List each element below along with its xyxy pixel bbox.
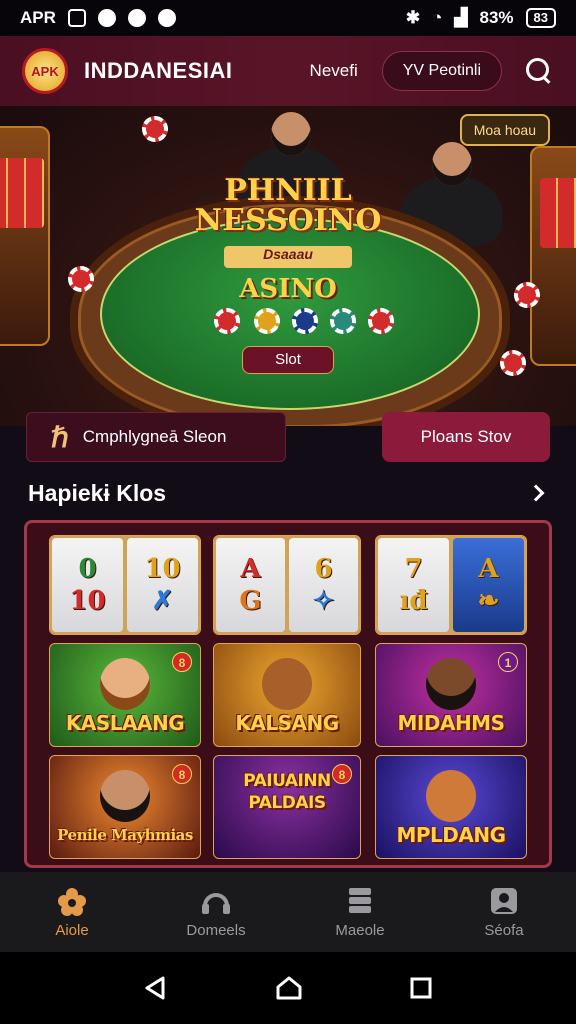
reel-symbol: 0 xyxy=(78,554,97,584)
back-icon[interactable] xyxy=(143,975,169,1001)
category-button[interactable]: ℏ Cmphlyɡneā Sleon xyxy=(26,412,286,462)
nav-item-profile[interactable]: Séofa xyxy=(432,872,576,952)
character-icon xyxy=(100,658,150,710)
chip-icon xyxy=(514,282,540,308)
search-icon[interactable] xyxy=(524,56,554,86)
badge-count: 8 xyxy=(332,764,352,784)
chip-icon xyxy=(214,308,240,334)
home-icon[interactable] xyxy=(275,975,303,1001)
hero-subtitle: Dsaaau xyxy=(224,246,352,268)
gallery-icon xyxy=(67,9,86,27)
app-title: INDDANESIAI xyxy=(84,58,233,83)
slot-machine-illustration xyxy=(0,126,50,346)
slot-reel-tile[interactable]: AG 6 ✧ xyxy=(213,535,361,635)
slot-reel-tile[interactable]: 0 10 10 ✗ xyxy=(49,535,201,635)
nav-item-support[interactable]: Domeels xyxy=(144,872,288,952)
hero-title: PHNIIL NESSOINO xyxy=(194,173,382,238)
headset-icon xyxy=(202,892,230,914)
app-logo[interactable]: APK xyxy=(22,48,68,94)
slots-icon: ℏ xyxy=(51,421,69,453)
status-bar: APR ✱ ◔ ▟ 83% 83 xyxy=(0,0,576,36)
app-header: APK INDDANESIAI Nevefi YV Peotinli xyxy=(0,36,576,106)
game-title: KASLAANG xyxy=(65,711,185,735)
nav-link-news[interactable]: Nevefi xyxy=(310,61,358,81)
hero-banner[interactable]: PHNIIL NESSOINO Dsaaau ASINO Slot Moa ho… xyxy=(0,106,576,426)
reel-symbol: A xyxy=(240,554,261,584)
slot-button[interactable]: Slot xyxy=(242,346,334,374)
chip-icon xyxy=(292,308,318,334)
reel-symbol: 10 xyxy=(144,554,181,584)
reel: 10 ✗ xyxy=(127,538,198,632)
reel-symbol: 6 xyxy=(314,554,333,584)
chevron-right-icon[interactable] xyxy=(527,484,545,502)
game-title: MIDAHMS xyxy=(397,711,505,735)
game-title: MPLDANG xyxy=(396,823,506,847)
badge-count: 1 xyxy=(498,652,518,672)
chip-icon xyxy=(330,308,356,334)
promo-badge[interactable]: Moa hoau xyxy=(459,114,550,146)
nav-item-label: Domeels xyxy=(186,921,246,939)
reel: AG xyxy=(216,538,285,632)
chip-icon xyxy=(68,266,94,292)
check-icon xyxy=(127,9,146,27)
badge-count: 8 xyxy=(172,652,192,672)
system-nav-bar xyxy=(0,952,576,1024)
user-card-icon xyxy=(491,887,517,914)
battery-percent: 83% xyxy=(479,8,514,27)
chip-icon xyxy=(368,308,394,334)
reel-symbol: 7 xyxy=(404,554,423,584)
game-tile[interactable]: 8 PAIUAINN PALDAIS xyxy=(213,755,361,859)
section-title: Hapiekɨ Klos xyxy=(28,480,167,506)
nav-item-data[interactable]: Maeole xyxy=(288,872,432,952)
reel-symbol: ıđ xyxy=(399,586,428,616)
nav-item-label: Séofa xyxy=(484,921,524,939)
nav-item-home[interactable]: Aiole xyxy=(0,872,144,952)
play-now-button[interactable]: Ploans Stov xyxy=(382,412,550,462)
recents-icon[interactable] xyxy=(409,976,433,1000)
reel-symbol: ✧ xyxy=(312,586,335,616)
nav-item-label: Maeole xyxy=(335,921,385,939)
chip-icon xyxy=(142,116,168,142)
reel-symbol: ✗ xyxy=(151,586,174,616)
nav-item-label: Aiole xyxy=(55,921,89,939)
game-tile[interactable]: KALSANG xyxy=(213,643,361,747)
reel-symbol: ❧ xyxy=(477,586,500,616)
badge-count: 8 xyxy=(172,764,192,784)
vpn-icon xyxy=(97,9,116,27)
character-icon xyxy=(426,658,476,710)
character-icon xyxy=(100,770,150,822)
database-icon xyxy=(349,887,371,913)
bluetooth-icon: ✱ xyxy=(405,8,421,27)
chip-icon xyxy=(500,350,526,376)
reel-symbol: 10 xyxy=(69,586,106,616)
signal-icon: ▟ xyxy=(454,8,468,27)
reel-symbol: A xyxy=(478,554,499,584)
game-tile[interactable]: 1 MIDAHMS xyxy=(375,643,527,747)
reel: 7 ıđ xyxy=(378,538,449,632)
reel: 6 ✧ xyxy=(289,538,358,632)
bottom-nav: Aiole Domeels Maeole Séofa xyxy=(0,872,576,952)
reel: A ❧ xyxy=(453,538,524,632)
bear-icon xyxy=(262,658,312,710)
slot-reel-tile[interactable]: 7 ıđ A ❧ xyxy=(375,535,527,635)
game-tile[interactable]: MPLDANG xyxy=(375,755,527,859)
chip-icon xyxy=(254,308,280,334)
flower-icon xyxy=(58,887,86,916)
bear-icon xyxy=(426,770,476,822)
category-button-label: Cmphlyɡneā Sleon xyxy=(82,427,227,446)
games-grid: 0 10 10 ✗ AG 6 ✧ 7 ıđ A ❧ 8 KASLAANG KALSANG … xyxy=(24,520,552,868)
game-title: Penile Mayhmias xyxy=(57,826,193,844)
game-tile[interactable]: 8 KASLAANG xyxy=(49,643,201,747)
carrier-label: APR xyxy=(20,8,56,27)
reel: 0 10 xyxy=(52,538,123,632)
record-icon xyxy=(157,9,176,27)
nav-pill-promotions[interactable]: YV Peotinli xyxy=(381,51,502,91)
battery-icon: 83 xyxy=(525,8,556,28)
wifi-icon: ◔ xyxy=(432,8,443,27)
reel-symbol: G xyxy=(239,586,262,616)
game-tile[interactable]: 8 Penile Mayhmias xyxy=(49,755,201,859)
game-title: KALSANG xyxy=(235,711,339,735)
cta-row: ℏ Cmphlyɡneā Sleon Ploans Stov xyxy=(0,412,576,462)
